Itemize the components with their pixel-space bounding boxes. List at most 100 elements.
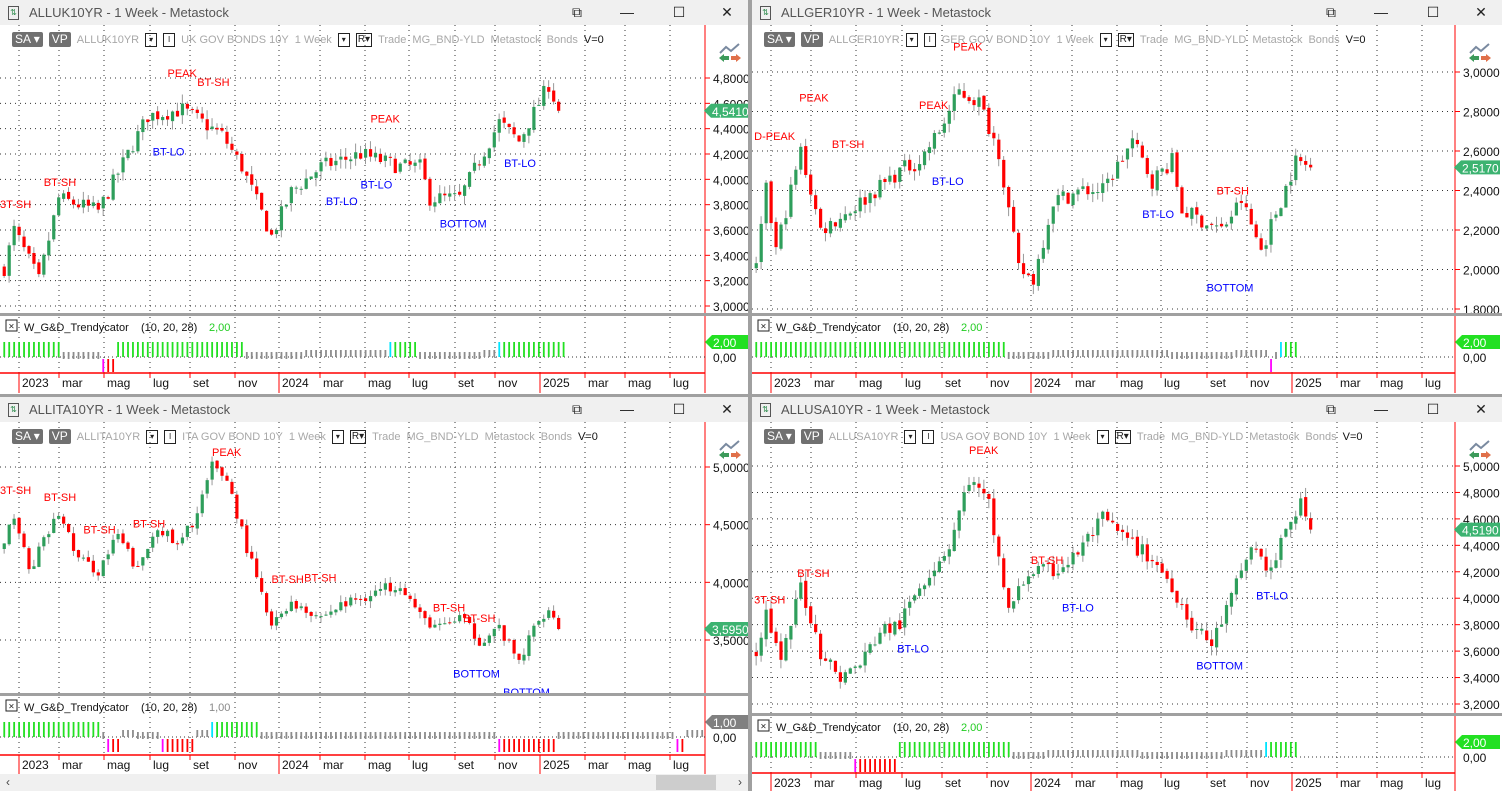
candle	[1185, 598, 1189, 628]
candle	[502, 111, 506, 129]
indicator-bar	[18, 722, 20, 737]
candle-body	[294, 187, 298, 189]
price-chart[interactable]: 4,80004,60004,40004,20004,00003,80003,60…	[0, 0, 748, 394]
indicator-bar	[1007, 742, 1010, 757]
i-dropdown[interactable]: I	[923, 32, 936, 47]
candle	[1284, 184, 1288, 208]
time-tick-label: mar	[62, 376, 83, 390]
indicator-bar	[1091, 750, 1094, 757]
pattern-annotation: BT-LO	[361, 179, 393, 191]
minimize-button[interactable]: —	[1370, 2, 1392, 22]
maximize-button[interactable]: ☐	[1422, 399, 1444, 419]
price-chart[interactable]: 3,00002,80002,60002,40002,20002,00001,80…	[752, 0, 1502, 394]
maximize-button[interactable]: ☐	[1422, 2, 1444, 22]
vp-button[interactable]: VP	[48, 32, 71, 47]
symbol-label[interactable]: ALLUSA10YR	[829, 431, 899, 443]
close-button[interactable]: ✕	[1470, 399, 1492, 419]
i-dropdown[interactable]: I	[922, 429, 935, 444]
trend-arrows-icon[interactable]	[717, 42, 743, 64]
indicator-bar	[1126, 750, 1129, 757]
candle-body	[86, 199, 90, 206]
candle	[828, 657, 833, 670]
candle	[1165, 568, 1169, 584]
candle	[17, 517, 21, 540]
candle-body	[190, 108, 194, 110]
sa-button[interactable]: SA ▾	[12, 429, 43, 444]
sa-button[interactable]: SA ▾	[764, 429, 795, 444]
indicator-bar	[503, 739, 506, 752]
horizontal-scrollbar[interactable]: ‹ ›	[0, 774, 748, 791]
candle-body	[1284, 185, 1288, 208]
pattern-annotation: BT-LO	[932, 176, 964, 188]
scroll-thumb[interactable]	[656, 775, 716, 790]
trend-arrows-icon[interactable]	[1467, 42, 1493, 64]
symbol-dropdown[interactable]: ▾	[146, 429, 159, 444]
symbol-label[interactable]: ALLGER10YR	[829, 34, 900, 46]
time-tick-label: mag	[107, 376, 130, 390]
sa-label: SA	[767, 429, 783, 443]
candle	[220, 123, 224, 133]
trend-arrows-icon[interactable]	[1467, 439, 1493, 461]
popout-button[interactable]: ⧉	[1320, 2, 1342, 22]
indicator-bar	[97, 722, 100, 737]
symbol-dropdown[interactable]: ▾	[904, 429, 917, 444]
period-dropdown[interactable]: ▾	[1099, 32, 1112, 47]
r-dropdown[interactable]: R▾	[1114, 429, 1131, 444]
popout-button[interactable]: ⧉	[566, 399, 588, 419]
symbol-label[interactable]: ALLUK10YR	[77, 34, 139, 46]
trend-arrows-icon[interactable]	[717, 439, 743, 461]
vp-button[interactable]: VP	[48, 429, 71, 444]
indicator-bar	[1176, 352, 1178, 359]
time-tick-label: mar	[1075, 776, 1096, 790]
price-chart[interactable]: 5,00004,80004,60004,40004,20004,00003,80…	[752, 397, 1502, 791]
indicator-bar	[206, 730, 209, 737]
close-button[interactable]: ✕	[1470, 2, 1492, 22]
symbol-dropdown[interactable]: ▾	[905, 32, 918, 47]
close-button[interactable]: ✕	[716, 399, 738, 419]
indicator-bar	[547, 342, 550, 357]
r-dropdown[interactable]: R▾	[1117, 32, 1134, 47]
i-dropdown[interactable]: I	[163, 32, 176, 47]
sa-button[interactable]: SA ▾	[12, 32, 43, 47]
maximize-button[interactable]: ☐	[668, 399, 690, 419]
candle	[37, 542, 41, 568]
candle-body	[918, 164, 922, 171]
price-tick-label: 3,0000	[713, 300, 748, 314]
period-dropdown[interactable]: ▾	[1096, 429, 1109, 444]
indicator-bar	[1077, 750, 1079, 757]
minimize-button[interactable]: —	[1370, 399, 1392, 419]
price-chart[interactable]: 5,00004,50004,00003,50003T-SHBT-SHBT-SH B…	[0, 397, 748, 791]
candle-body	[428, 178, 432, 206]
popout-button[interactable]: ⧉	[566, 2, 588, 22]
symbol-dropdown[interactable]: ▾	[145, 32, 158, 47]
candle-body	[997, 536, 1001, 557]
minimize-button[interactable]: —	[616, 2, 638, 22]
candle	[1249, 203, 1253, 225]
indicator-bar	[52, 722, 55, 737]
scroll-right-button[interactable]: ›	[732, 774, 748, 791]
r-dropdown[interactable]: R▾	[349, 429, 367, 444]
candle-body	[453, 193, 457, 195]
popout-button[interactable]: ⧉	[1320, 399, 1342, 419]
vp-button[interactable]: VP	[800, 429, 823, 444]
indicator-bar	[988, 742, 990, 757]
period-dropdown[interactable]: ▾	[337, 32, 350, 47]
vp-button[interactable]: VP	[800, 32, 823, 47]
symbol-label[interactable]: ALLITA10YR	[77, 431, 140, 443]
pattern-annotation: PEAK	[969, 445, 999, 457]
candle-body	[121, 157, 125, 173]
period-dropdown[interactable]: ▾	[331, 429, 344, 444]
candle-body	[858, 197, 862, 212]
candle-body	[903, 160, 907, 167]
sa-button[interactable]: SA ▾	[764, 32, 795, 47]
indicator-bar	[1106, 350, 1109, 357]
close-button[interactable]: ✕	[716, 2, 738, 22]
scroll-left-button[interactable]: ‹	[0, 774, 16, 791]
maximize-button[interactable]: ☐	[668, 2, 690, 22]
price-tick-label: 4,0000	[713, 576, 748, 590]
indicator-zero-label: 0,00	[713, 731, 737, 745]
r-dropdown[interactable]: R▾	[355, 32, 373, 47]
candle-body	[1190, 207, 1194, 219]
i-dropdown[interactable]: I	[164, 429, 177, 444]
minimize-button[interactable]: —	[616, 399, 638, 419]
